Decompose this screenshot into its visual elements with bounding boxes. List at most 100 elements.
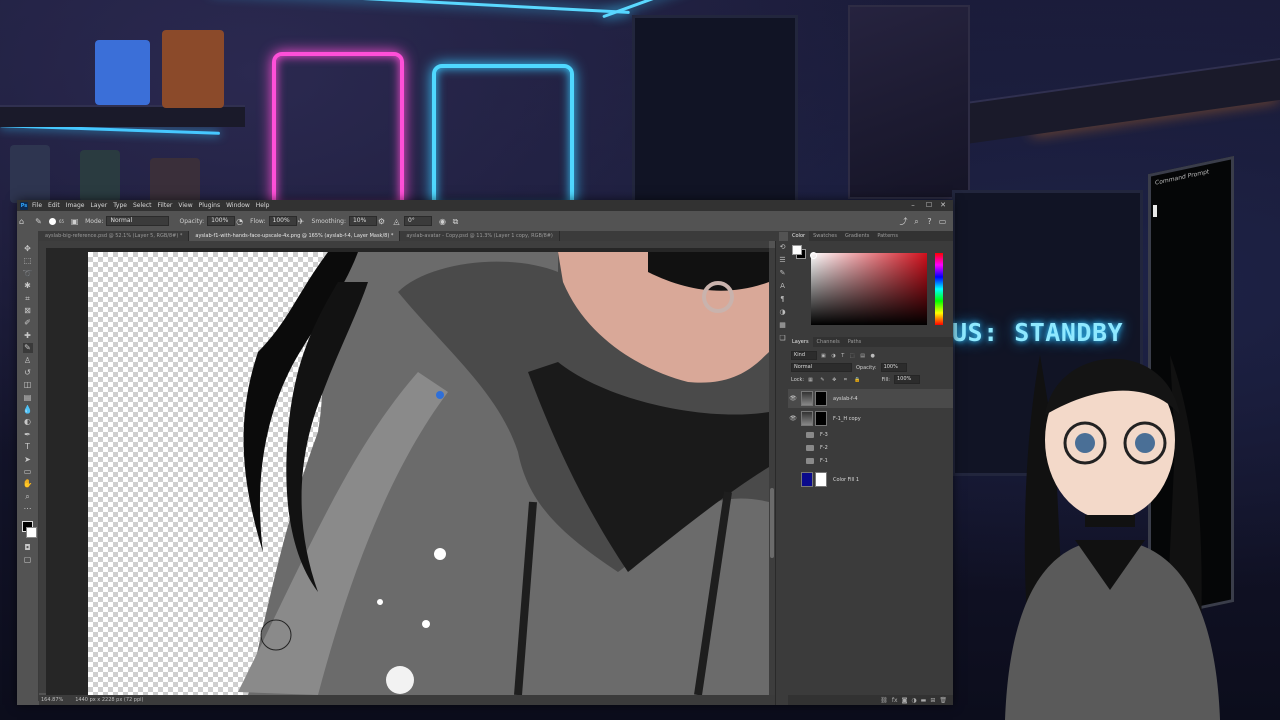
blur-tool-icon[interactable]: 💧 <box>23 405 33 415</box>
history-icon[interactable]: ⟲ <box>778 243 787 252</box>
path-select-tool-icon[interactable]: ➤ <box>23 455 33 465</box>
airbrush-icon[interactable]: ✈ <box>297 217 306 226</box>
menu-image[interactable]: Image <box>66 202 85 209</box>
brush-settings-icon[interactable]: ▣ <box>70 217 79 226</box>
pen-tool-icon[interactable]: ✒ <box>23 430 33 440</box>
layer-row[interactable]: F-1 <box>788 455 953 467</box>
angle-input[interactable]: 0° <box>403 216 432 226</box>
background-color-swatch[interactable] <box>26 526 37 538</box>
shape-tool-icon[interactable]: ▭ <box>23 467 33 477</box>
paragraph-icon[interactable]: ¶ <box>778 295 787 304</box>
history-brush-icon[interactable]: ↺ <box>23 368 33 378</box>
adjustments-icon[interactable]: ◑ <box>778 308 787 317</box>
move-tool-icon[interactable]: ✥ <box>23 244 33 254</box>
frame-tool-icon[interactable]: ⊠ <box>23 306 33 316</box>
kind-filter-dropdown[interactable]: Kind <box>791 351 817 360</box>
menu-type[interactable]: Type <box>113 202 127 209</box>
flow-input[interactable]: 100% <box>268 216 297 226</box>
eyedropper-tool-icon[interactable]: ✐ <box>23 318 33 328</box>
styles-icon[interactable]: ▦ <box>778 321 787 330</box>
properties-icon[interactable]: ☰ <box>778 256 787 265</box>
brush-tool-icon[interactable]: ✎ <box>34 217 43 226</box>
screen-mode-icon[interactable]: ▢ <box>23 555 33 565</box>
layer-opacity-input[interactable]: 100% <box>880 363 907 372</box>
lasso-tool-icon[interactable]: ➰ <box>23 269 33 279</box>
smoothing-settings-icon[interactable]: ⚙ <box>377 217 386 226</box>
dodge-tool-icon[interactable]: ◐ <box>23 417 33 427</box>
menu-file[interactable]: File <box>32 202 42 209</box>
fill-input[interactable]: 100% <box>893 375 920 384</box>
gradient-tool-icon[interactable]: ▤ <box>23 393 33 403</box>
type-tool-icon[interactable]: T <box>23 442 33 452</box>
maximize-button[interactable]: ☐ <box>923 200 935 211</box>
opacity-input[interactable]: 100% <box>207 216 236 226</box>
tab-color[interactable]: Color <box>788 231 810 241</box>
layer-row[interactable]: Color Fill 1 <box>788 470 953 489</box>
canvas-viewport[interactable] <box>46 248 769 695</box>
more-tools-icon[interactable]: ⋯ <box>23 504 33 514</box>
quick-select-tool-icon[interactable]: ✱ <box>23 281 33 291</box>
adjustment-layer-icon[interactable]: ◑ <box>911 697 916 704</box>
zoom-level[interactable]: 164.87% <box>41 697 63 703</box>
layer-mask-thumbnail[interactable] <box>815 391 827 406</box>
scrollbar-thumb[interactable] <box>770 488 774 558</box>
tab-gradients[interactable]: Gradients <box>841 231 873 241</box>
eraser-tool-icon[interactable]: ◫ <box>23 380 33 390</box>
home-icon[interactable]: ⌂ <box>17 217 26 226</box>
healing-tool-icon[interactable]: ✚ <box>23 331 33 341</box>
new-group-icon[interactable]: ▬ <box>921 697 927 704</box>
stamp-tool-icon[interactable]: ♙ <box>23 356 33 366</box>
layer-row[interactable]: 👁 ayslab-f-4 <box>788 389 953 408</box>
workspace-icon[interactable]: ▭ <box>938 217 947 226</box>
tab-avatar-copy[interactable]: ayslab-avatar - Copy.psd @ 11.3% (Layer … <box>400 231 560 241</box>
menu-view[interactable]: View <box>178 202 192 209</box>
menu-edit[interactable]: Edit <box>48 202 60 209</box>
tab-layers[interactable]: Layers <box>788 337 813 347</box>
tab-channels[interactable]: Channels <box>813 337 844 347</box>
layer-mask-thumbnail[interactable] <box>815 472 827 487</box>
share-icon[interactable]: ⤴ <box>899 217 908 226</box>
search-icon[interactable]: ⌕ <box>912 217 921 226</box>
picker-foreground-swatch[interactable] <box>792 245 802 255</box>
mode-dropdown[interactable]: Normal <box>106 216 170 226</box>
menu-layer[interactable]: Layer <box>90 202 107 209</box>
tab-paths[interactable]: Paths <box>844 337 866 347</box>
layer-row[interactable]: 👁 F-1_H copy <box>788 409 953 428</box>
help-icon[interactable]: ? <box>925 217 934 226</box>
hand-tool-icon[interactable]: ✋ <box>23 479 33 489</box>
pressure-size-icon[interactable]: ◉ <box>438 217 447 226</box>
marquee-tool-icon[interactable]: ⬚ <box>23 256 33 266</box>
new-layer-icon[interactable]: ⊞ <box>930 697 935 704</box>
zoom-tool-icon[interactable]: ⌕ <box>23 492 33 502</box>
layer-style-icon[interactable]: fx <box>892 697 898 704</box>
menu-window[interactable]: Window <box>226 202 250 209</box>
brush-panel-icon[interactable]: ✎ <box>778 269 787 278</box>
menu-help[interactable]: Help <box>256 202 270 209</box>
libraries-icon[interactable]: ❏ <box>778 334 787 343</box>
hue-slider[interactable] <box>935 253 943 325</box>
lock-icons[interactable]: ▦ ✎ ✥ ⌗ 🔒 <box>808 377 864 383</box>
add-mask-icon[interactable]: ◙ <box>902 697 908 704</box>
layer-row[interactable]: F-2 <box>788 442 953 454</box>
menu-plugins[interactable]: Plugins <box>199 202 221 209</box>
tab-reference[interactable]: ayslab-big-reference.psd @ 52.1% (Layer … <box>39 231 190 241</box>
pressure-opacity-icon[interactable]: ◔ <box>235 217 244 226</box>
menu-select[interactable]: Select <box>133 202 152 209</box>
crop-tool-icon[interactable]: ⌗ <box>23 294 33 304</box>
tab-upscale-active[interactable]: ayslab-f1-with-hands-face-upscale-4x.png… <box>189 231 401 241</box>
character-icon[interactable]: A <box>778 282 787 291</box>
tab-swatches[interactable]: Swatches <box>809 231 841 241</box>
layer-row[interactable]: F-3 <box>788 429 953 441</box>
symmetry-icon[interactable]: ⧉ <box>451 217 460 226</box>
minimize-button[interactable]: – <box>907 200 919 211</box>
quick-mask-icon[interactable]: ◘ <box>23 543 33 553</box>
tab-patterns[interactable]: Patterns <box>873 231 902 241</box>
filter-icons[interactable]: ▣ ◑ T ⬚ ▤ ● <box>821 353 877 359</box>
smoothing-input[interactable]: 10% <box>348 216 377 226</box>
visibility-eye-icon[interactable]: 👁 <box>788 395 798 402</box>
brush-tool-icon-active[interactable]: ✎ <box>22 343 33 354</box>
document-canvas[interactable] <box>88 252 769 695</box>
menu-filter[interactable]: Filter <box>158 202 173 209</box>
color-field-cursor[interactable] <box>810 252 817 259</box>
delete-layer-icon[interactable]: 🗑 <box>939 697 947 704</box>
